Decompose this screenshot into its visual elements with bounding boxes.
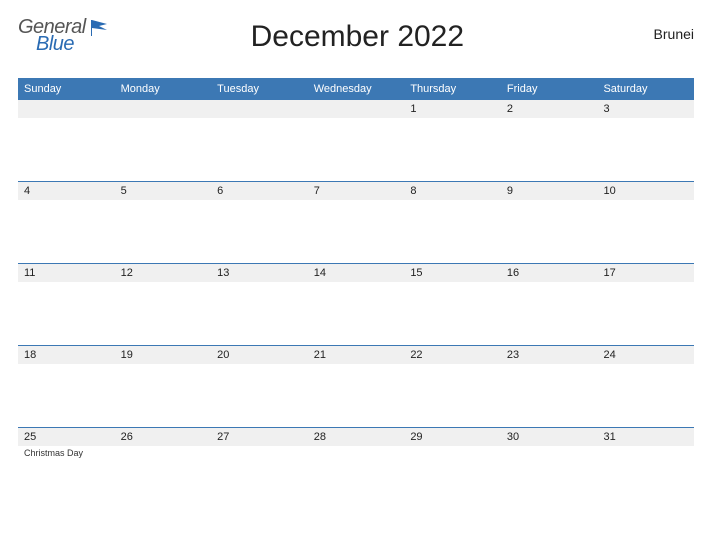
day-cell: 6 bbox=[211, 182, 308, 263]
day-number: 24 bbox=[597, 346, 694, 364]
day-cell: 9 bbox=[501, 182, 598, 263]
day-number: 12 bbox=[115, 264, 212, 282]
day-cell: 2 bbox=[501, 100, 598, 181]
day-number: 27 bbox=[211, 428, 308, 446]
week-row: 18 19 20 21 22 23 24 bbox=[18, 345, 694, 427]
day-number: 20 bbox=[211, 346, 308, 364]
day-cell: 27 bbox=[211, 428, 308, 509]
day-cell bbox=[115, 100, 212, 181]
region-label: Brunei bbox=[604, 14, 694, 42]
day-number: 4 bbox=[18, 182, 115, 200]
day-number: 17 bbox=[597, 264, 694, 282]
calendar-title: December 2022 bbox=[111, 14, 604, 54]
weekday-header: Tuesday bbox=[211, 79, 308, 99]
day-cell: 18 bbox=[18, 346, 115, 427]
day-cell: 31 bbox=[597, 428, 694, 509]
calendar-grid: Sunday Monday Tuesday Wednesday Thursday… bbox=[18, 78, 694, 509]
flag-icon bbox=[89, 18, 111, 43]
day-number: 7 bbox=[308, 182, 405, 200]
day-number: 31 bbox=[597, 428, 694, 446]
day-cell: 10 bbox=[597, 182, 694, 263]
week-row: 25 Christmas Day 26 27 28 29 30 31 bbox=[18, 427, 694, 509]
day-number: 30 bbox=[501, 428, 598, 446]
day-cell: 1 bbox=[404, 100, 501, 181]
day-cell: 28 bbox=[308, 428, 405, 509]
day-number: 22 bbox=[404, 346, 501, 364]
day-number: 8 bbox=[404, 182, 501, 200]
day-cell: 5 bbox=[115, 182, 212, 263]
logo-text: General Blue bbox=[18, 14, 86, 54]
day-number: 21 bbox=[308, 346, 405, 364]
day-cell: 23 bbox=[501, 346, 598, 427]
day-number: 14 bbox=[308, 264, 405, 282]
day-cell: 19 bbox=[115, 346, 212, 427]
day-number: 13 bbox=[211, 264, 308, 282]
weekday-header: Monday bbox=[115, 79, 212, 99]
day-event: Christmas Day bbox=[18, 446, 115, 460]
day-cell bbox=[18, 100, 115, 181]
day-number bbox=[308, 100, 405, 118]
day-cell: 25 Christmas Day bbox=[18, 428, 115, 509]
day-number: 16 bbox=[501, 264, 598, 282]
weekday-header: Thursday bbox=[404, 79, 501, 99]
day-number: 9 bbox=[501, 182, 598, 200]
day-number bbox=[211, 100, 308, 118]
day-cell: 17 bbox=[597, 264, 694, 345]
day-cell: 20 bbox=[211, 346, 308, 427]
day-cell: 13 bbox=[211, 264, 308, 345]
day-number: 10 bbox=[597, 182, 694, 200]
week-row: 4 5 6 7 8 9 10 bbox=[18, 181, 694, 263]
day-cell: 16 bbox=[501, 264, 598, 345]
day-cell: 8 bbox=[404, 182, 501, 263]
week-row: 11 12 13 14 15 16 17 bbox=[18, 263, 694, 345]
day-cell: 22 bbox=[404, 346, 501, 427]
weekday-header: Friday bbox=[501, 79, 598, 99]
day-number: 23 bbox=[501, 346, 598, 364]
calendar-header: General Blue December 2022 Brunei bbox=[18, 14, 694, 64]
day-cell: 11 bbox=[18, 264, 115, 345]
day-number: 1 bbox=[404, 100, 501, 118]
day-number: 11 bbox=[18, 264, 115, 282]
weekday-header: Sunday bbox=[18, 79, 115, 99]
day-number: 28 bbox=[308, 428, 405, 446]
day-number: 15 bbox=[404, 264, 501, 282]
day-cell bbox=[308, 100, 405, 181]
day-cell: 24 bbox=[597, 346, 694, 427]
day-cell: 30 bbox=[501, 428, 598, 509]
day-cell: 21 bbox=[308, 346, 405, 427]
weekday-header: Saturday bbox=[597, 79, 694, 99]
weekday-header-row: Sunday Monday Tuesday Wednesday Thursday… bbox=[18, 78, 694, 99]
day-cell: 7 bbox=[308, 182, 405, 263]
day-cell: 29 bbox=[404, 428, 501, 509]
day-cell: 3 bbox=[597, 100, 694, 181]
day-number: 26 bbox=[115, 428, 212, 446]
week-row: 1 2 3 bbox=[18, 99, 694, 181]
day-number bbox=[18, 100, 115, 118]
day-number: 29 bbox=[404, 428, 501, 446]
weekday-header: Wednesday bbox=[308, 79, 405, 99]
day-number: 25 bbox=[18, 428, 115, 446]
day-number: 2 bbox=[501, 100, 598, 118]
day-cell: 26 bbox=[115, 428, 212, 509]
day-number: 19 bbox=[115, 346, 212, 364]
day-number bbox=[115, 100, 212, 118]
day-number: 5 bbox=[115, 182, 212, 200]
brand-logo: General Blue bbox=[18, 14, 111, 54]
day-number: 6 bbox=[211, 182, 308, 200]
day-cell: 12 bbox=[115, 264, 212, 345]
day-cell: 14 bbox=[308, 264, 405, 345]
day-cell: 15 bbox=[404, 264, 501, 345]
day-number: 18 bbox=[18, 346, 115, 364]
day-cell: 4 bbox=[18, 182, 115, 263]
day-number: 3 bbox=[597, 100, 694, 118]
day-cell bbox=[211, 100, 308, 181]
